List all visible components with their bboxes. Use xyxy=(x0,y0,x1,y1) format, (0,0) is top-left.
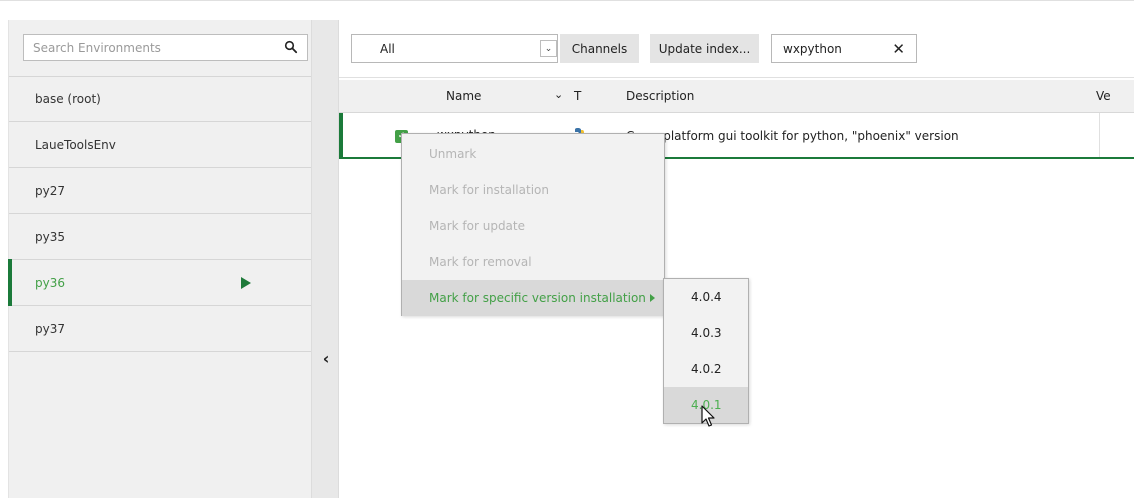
menu-item-label: Mark for installation xyxy=(429,183,549,197)
package-table-header: Name ⌄ T Description Ve xyxy=(339,80,1134,113)
package-search-box[interactable]: ✕ xyxy=(771,34,917,63)
environments-sidebar: base (root) LaueToolsEnv py27 py35 py36 … xyxy=(8,20,312,498)
column-divider xyxy=(1099,113,1100,157)
environment-search-box[interactable] xyxy=(23,34,308,61)
env-item-label: base (root) xyxy=(35,92,101,106)
filter-selected-value: All xyxy=(380,41,395,56)
sidebar-collapse-bar[interactable]: ‹ xyxy=(311,20,339,498)
menu-item-label: Mark for removal xyxy=(429,255,532,269)
mouse-pointer-icon xyxy=(701,405,715,427)
package-description: Cross-platform gui toolkit for python, "… xyxy=(626,129,959,143)
menu-item-mark-for-removal[interactable]: Mark for removal xyxy=(402,244,664,280)
menu-item-mark-for-installation[interactable]: Mark for installation xyxy=(402,172,664,208)
column-header-description[interactable]: Description xyxy=(626,89,694,103)
package-search-input[interactable] xyxy=(783,41,879,56)
column-header-type[interactable]: T xyxy=(574,89,581,103)
environment-list: base (root) LaueToolsEnv py27 py35 py36 … xyxy=(8,76,312,352)
menu-item-mark-specific-version[interactable]: Mark for specific version installation xyxy=(402,280,664,316)
search-icon[interactable] xyxy=(284,40,298,54)
chevron-left-icon[interactable]: ‹ xyxy=(319,349,333,368)
menu-item-mark-for-update[interactable]: Mark for update xyxy=(402,208,664,244)
menu-item-label: Mark for update xyxy=(429,219,525,233)
env-item-label: py36 xyxy=(35,275,65,290)
play-icon[interactable] xyxy=(241,277,251,289)
env-item-label: py37 xyxy=(35,321,65,336)
column-header-name[interactable]: Name xyxy=(446,89,481,103)
env-item-py35[interactable]: py35 xyxy=(9,214,312,260)
close-icon[interactable]: ✕ xyxy=(892,40,905,58)
packages-toolbar: All ⌄ Channels Update index... ✕ xyxy=(339,20,1134,78)
env-item-label: py27 xyxy=(35,183,65,198)
chevron-right-icon xyxy=(650,294,655,302)
update-index-button[interactable]: Update index... xyxy=(650,34,759,63)
env-item-label: LaueToolsEnv xyxy=(35,137,116,152)
menu-item-label: Mark for specific version installation xyxy=(429,291,646,305)
env-item-base[interactable]: base (root) xyxy=(9,76,312,122)
sort-chevron-down-icon[interactable]: ⌄ xyxy=(554,88,563,101)
env-item-py37[interactable]: py37 xyxy=(9,306,312,352)
version-item-4-0-3[interactable]: 4.0.3 xyxy=(664,315,748,351)
package-context-menu: Unmark Mark for installation Mark for up… xyxy=(401,133,665,316)
menu-item-label: Unmark xyxy=(429,147,477,161)
channels-button[interactable]: Channels xyxy=(560,34,639,63)
env-item-label: py35 xyxy=(35,229,65,244)
menu-item-unmark[interactable]: Unmark xyxy=(402,136,664,172)
version-item-4-0-2[interactable]: 4.0.2 xyxy=(664,351,748,387)
version-submenu: 4.0.4 4.0.3 4.0.2 4.0.1 xyxy=(663,278,749,424)
environment-search-input[interactable] xyxy=(33,40,269,55)
version-label: 4.0.3 xyxy=(691,326,722,340)
package-filter-select[interactable]: All ⌄ xyxy=(351,34,558,63)
version-label: 4.0.2 xyxy=(691,362,722,376)
env-item-py36[interactable]: py36 xyxy=(8,259,312,306)
top-divider xyxy=(0,0,1134,3)
column-header-version[interactable]: Ve xyxy=(1096,89,1111,103)
env-item-py27[interactable]: py27 xyxy=(9,168,312,214)
version-label: 4.0.4 xyxy=(691,290,722,304)
env-item-lauetoolsenv[interactable]: LaueToolsEnv xyxy=(9,122,312,168)
chevron-down-icon[interactable]: ⌄ xyxy=(540,40,557,57)
version-item-4-0-4[interactable]: 4.0.4 xyxy=(664,279,748,315)
